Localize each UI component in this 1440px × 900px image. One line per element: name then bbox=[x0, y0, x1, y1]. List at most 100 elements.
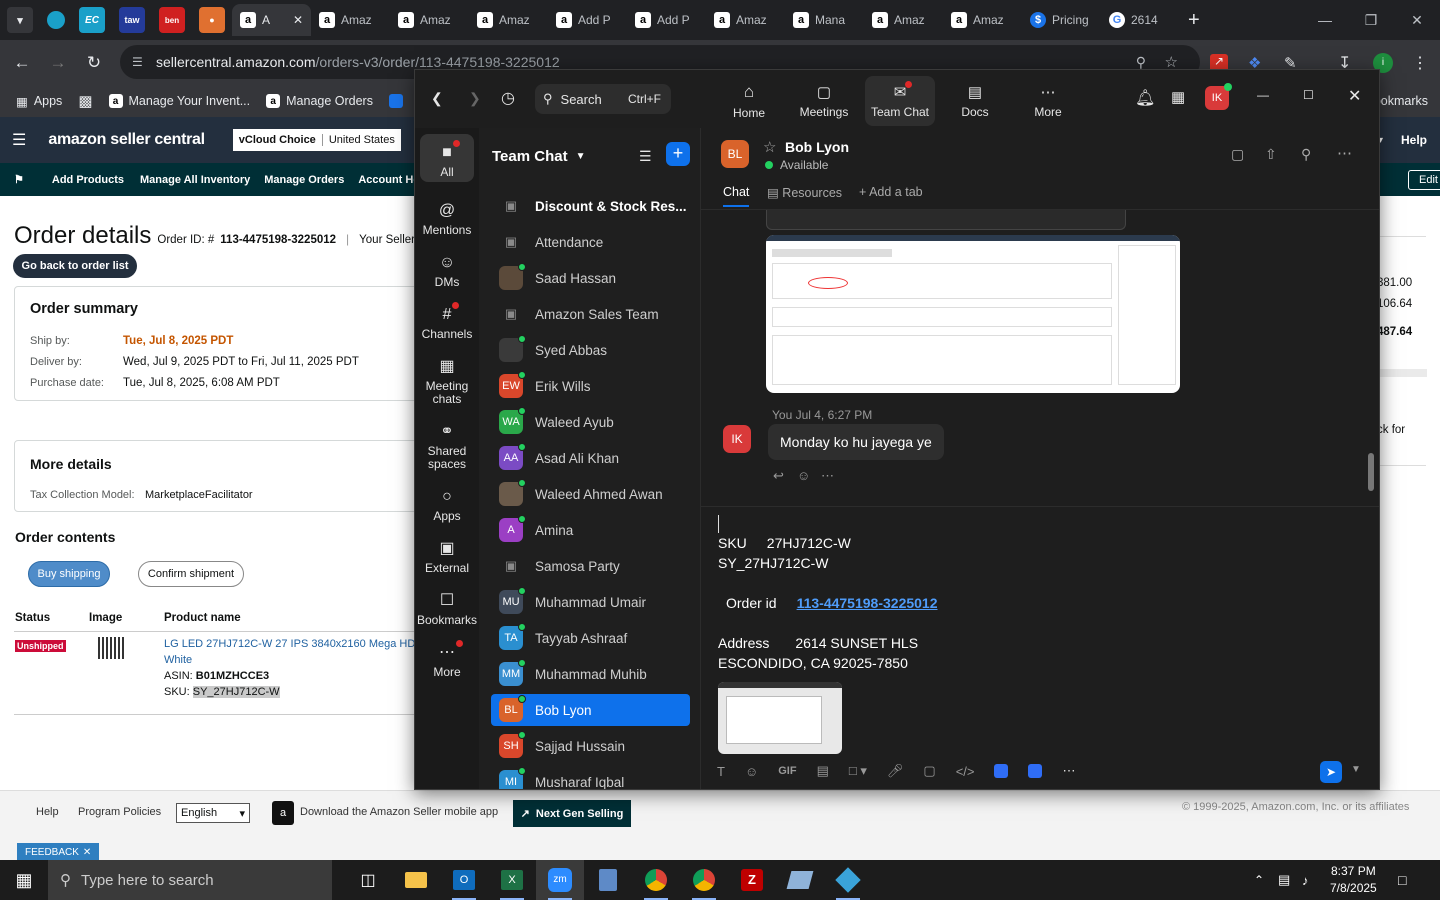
browser-tab[interactable]: a Add P bbox=[627, 4, 706, 36]
list-item[interactable]: TA Tayyab Ashraaf bbox=[491, 622, 690, 654]
emoji-reaction-icon[interactable]: ☺ bbox=[797, 468, 810, 483]
more-options-icon[interactable]: ⋯ bbox=[1337, 144, 1352, 162]
history-clock-icon[interactable]: ◷ bbox=[501, 88, 515, 108]
list-item[interactable]: ▣ Discount & Stock Res... bbox=[491, 190, 690, 222]
hamburger-menu-icon[interactable]: ☰ bbox=[12, 130, 26, 150]
minimize-icon[interactable]: — bbox=[1257, 88, 1269, 102]
browser-tab[interactable]: a Amaz bbox=[706, 4, 785, 36]
browser-tab[interactable]: a Amaz bbox=[469, 4, 548, 36]
filter-icon[interactable]: ☰ bbox=[639, 148, 652, 165]
zoom-search-input[interactable]: ⚲ Search Ctrl+F bbox=[535, 84, 671, 114]
restore-icon[interactable]: ❐ bbox=[1348, 0, 1394, 40]
product-link-cont[interactable]: White bbox=[164, 654, 192, 666]
list-item[interactable]: ▣ Attendance bbox=[491, 226, 690, 258]
order-id-link[interactable]: 113-4475198-3225012 bbox=[797, 595, 938, 611]
confirm-shipment-button[interactable]: Confirm shipment bbox=[138, 561, 244, 587]
tab-resources[interactable]: ▤ Resources bbox=[767, 185, 842, 200]
all-bookmarks[interactable]: ookmarks bbox=[1374, 94, 1428, 108]
tab-add[interactable]: + Add a tab bbox=[859, 185, 923, 199]
browser-tab[interactable]: a Amaz bbox=[311, 4, 390, 36]
bookmark-manage-orders[interactable]: a Manage Orders bbox=[266, 94, 373, 108]
list-item[interactable]: ▣ Amazon Sales Team bbox=[491, 298, 690, 330]
tab-more[interactable]: ⋯ More bbox=[1013, 76, 1083, 126]
browser-tab[interactable]: $ Pricing bbox=[1022, 4, 1101, 36]
browser-tab[interactable]: a Add P bbox=[548, 4, 627, 36]
browser-tab[interactable]: a Amaz bbox=[390, 4, 469, 36]
rail-all[interactable]: ■ All bbox=[420, 134, 474, 182]
rail-shared-spaces[interactable]: ⚭ Shared spaces bbox=[420, 421, 474, 471]
nav-manage-inventory[interactable]: Manage All Inventory bbox=[140, 174, 250, 186]
zoom-icon[interactable]: ⚲ bbox=[1136, 54, 1146, 71]
send-options-chevron-icon[interactable]: ▼ bbox=[1351, 764, 1361, 775]
list-item[interactable]: Waleed Ahmed Awan bbox=[491, 478, 690, 510]
app-icon-1[interactable] bbox=[994, 764, 1009, 778]
pinned-tab-3[interactable]: taw bbox=[119, 7, 145, 33]
list-item[interactable]: SH Sajjad Hussain bbox=[491, 730, 690, 762]
close-window-icon[interactable]: ✕ bbox=[1394, 0, 1440, 40]
browser-tab[interactable]: G 2614 bbox=[1101, 4, 1180, 36]
bookmark-apps[interactable]: ▦ Apps bbox=[16, 94, 62, 109]
bookmark-misc[interactable] bbox=[388, 94, 403, 108]
minimize-icon[interactable]: — bbox=[1302, 0, 1348, 40]
chrome-icon[interactable] bbox=[632, 860, 680, 900]
forward-arrow-icon[interactable]: → bbox=[40, 53, 76, 73]
clock[interactable]: 8:37 PM 7/8/2025 bbox=[1330, 863, 1377, 897]
more-compose-icon[interactable]: ⋯ bbox=[1062, 763, 1075, 779]
microphone-icon[interactable]: 🎤︎ bbox=[887, 763, 904, 779]
list-item[interactable]: WA Waleed Ayub bbox=[491, 406, 690, 438]
team-chat-title[interactable]: Team Chat bbox=[492, 148, 568, 165]
app-icon-2[interactable] bbox=[1028, 764, 1043, 778]
back-arrow-icon[interactable]: ← bbox=[4, 53, 40, 73]
rail-mentions[interactable]: @ Mentions bbox=[420, 200, 474, 237]
rail-bookmarks[interactable]: ☐ Bookmarks bbox=[417, 590, 477, 627]
sender-avatar[interactable]: IK bbox=[723, 425, 751, 453]
rail-more[interactable]: ⋯ More bbox=[420, 640, 474, 679]
zoom-app-icon[interactable]: zm bbox=[536, 860, 584, 900]
notification-icon[interactable]: □ bbox=[1398, 872, 1406, 888]
marketplace-selector[interactable]: vCloud Choice United States bbox=[232, 129, 401, 151]
seller-app-link[interactable]: Download the Amazon Seller mobile app bbox=[300, 806, 498, 818]
tab-search-button[interactable]: ▾ bbox=[7, 7, 33, 33]
user-avatar[interactable]: IK bbox=[1205, 83, 1232, 110]
excel-icon[interactable]: X bbox=[488, 860, 536, 900]
nav-add-products[interactable]: Add Products bbox=[52, 174, 124, 186]
more-actions-icon[interactable]: ⋯ bbox=[821, 468, 834, 484]
new-chat-button[interactable]: + bbox=[666, 142, 690, 166]
chrome-profile-icon[interactable] bbox=[680, 860, 728, 900]
list-item[interactable]: Saad Hassan bbox=[491, 262, 690, 294]
list-item[interactable]: MU Muhammad Umair bbox=[491, 586, 690, 618]
tab-team-chat[interactable]: ✉ Team Chat bbox=[865, 76, 935, 126]
browser-tab[interactable]: a Mana bbox=[785, 4, 864, 36]
bookmark-grid[interactable]: ▩ bbox=[78, 92, 92, 110]
nav-manage-orders[interactable]: Manage Orders bbox=[264, 174, 344, 186]
close-tab-icon[interactable]: ✕ bbox=[293, 13, 303, 27]
forward-arrow-icon[interactable]: ❯ bbox=[469, 90, 481, 107]
gif-button[interactable]: GIF bbox=[778, 765, 796, 777]
filezilla-icon[interactable]: Z bbox=[728, 860, 776, 900]
close-icon[interactable]: ✕ bbox=[83, 847, 91, 858]
browser-tab[interactable]: a Amaz bbox=[943, 4, 1022, 36]
browser-tab-active[interactable]: a A ✕ bbox=[232, 4, 311, 36]
back-to-order-list-button[interactable]: Go back to order list bbox=[13, 254, 137, 278]
network-icon[interactable]: ▤ bbox=[1278, 872, 1290, 888]
app-icon[interactable] bbox=[776, 860, 824, 900]
search-icon[interactable]: ⚲ bbox=[1301, 146, 1311, 163]
browser-tab[interactable]: a Amaz bbox=[864, 4, 943, 36]
list-item[interactable]: A Amina bbox=[491, 514, 690, 546]
attached-screenshot[interactable] bbox=[718, 682, 842, 754]
buy-shipping-button[interactable]: Buy shipping bbox=[28, 561, 110, 587]
tray-chevron-icon[interactable]: ⌃ bbox=[1254, 873, 1264, 887]
list-item[interactable]: BL Bob Lyon bbox=[491, 694, 690, 726]
next-gen-selling-button[interactable]: ↗ Next Gen Selling bbox=[513, 800, 631, 827]
message-bubble[interactable]: Monday ko hu jayega ye bbox=[768, 424, 944, 460]
site-info-icon[interactable]: ☰ bbox=[132, 55, 143, 69]
pinned-tab-ec[interactable]: EC bbox=[79, 7, 105, 33]
rail-channels[interactable]: # Channels bbox=[420, 302, 474, 341]
list-item[interactable]: MM Muhammad Muhib bbox=[491, 658, 690, 690]
list-item[interactable]: EW Erik Wills bbox=[491, 370, 690, 402]
share-screen-icon[interactable]: ⇧ bbox=[1265, 146, 1277, 163]
close-icon[interactable]: ✕ bbox=[1348, 86, 1361, 106]
windows-start-icon[interactable]: ▦ bbox=[0, 870, 48, 891]
bookmark-nav-icon[interactable]: ⚑ bbox=[14, 173, 24, 186]
tab-chat[interactable]: Chat bbox=[723, 185, 750, 207]
